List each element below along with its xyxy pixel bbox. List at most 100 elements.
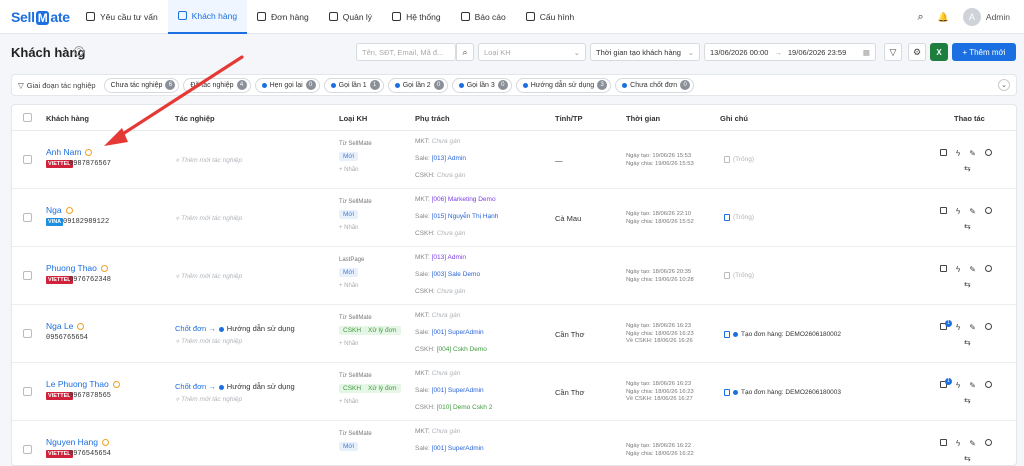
customer-name[interactable]: Phuong Thao (46, 263, 108, 273)
stage-chip-label: Gọi lần 3 (466, 81, 495, 89)
customer-note[interactable]: Tạo đơn hàng: DEMO2606180002 (724, 331, 841, 338)
row-checkbox[interactable] (23, 213, 32, 222)
help-icon[interactable]: ? (74, 46, 84, 56)
add-customer-button[interactable]: + Thêm mới (952, 43, 1016, 61)
add-tag-link[interactable]: + Nhãn (339, 341, 359, 347)
add-work-link[interactable]: ⟡ Thêm mới tác nghiệp (175, 157, 242, 165)
stage-chip[interactable]: Hẹn gọi lại 0 (254, 77, 320, 93)
customer-type-select[interactable]: Loại KH ⌄ (478, 43, 586, 61)
customer-name[interactable]: Nga (46, 205, 73, 215)
lightning-icon[interactable]: ϟ (956, 323, 960, 332)
edit-icon[interactable]: ✎ (969, 323, 976, 332)
nav-item-0[interactable]: Yêu cầu tư vấn (76, 0, 168, 34)
add-work-link[interactable]: ⟡ Thêm mới tác nghiệp (175, 273, 242, 281)
work-stage[interactable]: Chốt đơn → Hướng dẫn sử dụng (175, 324, 295, 333)
bag-icon[interactable] (940, 265, 947, 272)
edit-icon[interactable]: ✎ (969, 149, 976, 158)
bell-icon[interactable]: 🔔 (938, 12, 949, 23)
add-work-link[interactable]: ⟡ Thêm mới tác nghiệp (175, 338, 242, 346)
settings-button[interactable]: ⚙ (908, 43, 926, 61)
row-checkbox[interactable] (23, 387, 32, 396)
stage-chip[interactable]: Gọi lần 11 (323, 77, 384, 93)
table-row[interactable]: Nga Le 0956765654 Chốt đơn → Hướng dẫn sử d… (12, 305, 1016, 363)
row-checkbox[interactable] (23, 271, 32, 280)
lightning-icon[interactable]: ϟ (956, 381, 960, 390)
bag-icon[interactable] (940, 207, 947, 214)
add-tag-link[interactable]: + Nhãn (339, 399, 359, 405)
customer-note[interactable]: (Trống) (724, 272, 754, 279)
swap-icon[interactable]: ⇆ (964, 280, 971, 289)
nav-item-3[interactable]: Quản lý (319, 0, 382, 34)
edit-icon[interactable]: ✎ (969, 381, 976, 390)
add-tag-link[interactable]: + Nhãn (339, 225, 359, 231)
customer-name[interactable]: Nguyen Hang (46, 437, 109, 447)
lightning-icon[interactable]: ϟ (956, 265, 960, 274)
lightning-icon[interactable]: ϟ (956, 149, 960, 158)
table-row[interactable]: Nga VINA 09182989122 ⟡ Thêm mới tác nghiệp T… (12, 189, 1016, 247)
edit-icon[interactable]: ✎ (969, 265, 976, 274)
stage-chip[interactable]: Gọi lần 20 (387, 77, 448, 93)
customer-note[interactable]: (Trống) (724, 156, 754, 163)
swap-icon[interactable]: ⇆ (964, 396, 971, 405)
row-checkbox[interactable] (23, 155, 32, 164)
swap-icon[interactable]: ⇆ (964, 222, 971, 231)
user-name[interactable]: Admin (986, 12, 1010, 22)
nav-item-2[interactable]: Đơn hàng (247, 0, 319, 34)
nav-item-1[interactable]: Khách hàng (167, 0, 248, 34)
search-button[interactable]: ⌕ (456, 43, 474, 61)
stage-chip[interactable]: Hướng dẫn sử dụng 3 (515, 77, 612, 93)
swap-icon[interactable]: ⇆ (964, 164, 971, 173)
stage-chip[interactable]: Đã tác nghiệp 4 (183, 77, 251, 93)
time-type-select[interactable]: Thời gian tạo khách hàng ⌄ (590, 43, 700, 61)
bag-icon[interactable] (940, 149, 947, 156)
date-range-picker[interactable]: 13/06/2026 00:00 → 19/06/2026 23:59 ▦ (704, 43, 876, 61)
avatar[interactable]: A (962, 8, 981, 26)
select-all-checkbox[interactable] (23, 113, 32, 122)
customer-note[interactable]: Tạo đơn hàng: DEMO2606180003 (724, 389, 841, 396)
add-tag-link[interactable]: + Nhãn (339, 283, 359, 289)
edit-icon[interactable]: ✎ (969, 207, 976, 216)
nav-item-6[interactable]: Cấu hình (516, 0, 585, 34)
chat-icon[interactable] (984, 439, 992, 446)
table-row[interactable]: Anh Nam VIETTEL 0987876567 ⟡ Thêm mới tác n… (12, 131, 1016, 189)
filter-button[interactable]: ▽ (884, 43, 902, 61)
stage-chip[interactable]: Chưa tác nghiệp 6 (103, 77, 180, 93)
customer-name[interactable]: Nga Le (46, 321, 85, 331)
swap-icon[interactable]: ⇆ (964, 454, 971, 463)
row-checkbox[interactable] (23, 329, 32, 338)
add-tag-link[interactable]: + Nhãn (339, 167, 359, 173)
nav-item-5[interactable]: Báo cáo (451, 0, 516, 34)
customer-time: Ngày tạo: 18/06/26 16:23 Ngày chia: 18/06… (626, 381, 694, 402)
add-work-link[interactable]: ⟡ Thêm mới tác nghiệp (175, 396, 242, 404)
chat-icon[interactable] (984, 381, 992, 388)
lightning-icon[interactable]: ϟ (956, 207, 960, 216)
add-work-link[interactable]: ⟡ Thêm mới tác nghiệp (175, 215, 242, 223)
work-stage[interactable]: Chốt đơn → Hướng dẫn sử dụng (175, 382, 295, 391)
stage-chip[interactable]: Chưa chốt đơn 0 (615, 77, 695, 93)
chevron-down-icon[interactable]: ⌄ (998, 79, 1010, 91)
search-icon[interactable]: ⌕ (918, 11, 924, 24)
excel-export-button[interactable]: X (930, 43, 948, 61)
bag-icon[interactable] (940, 439, 947, 446)
app-logo[interactable]: Sell Mate (0, 9, 76, 25)
chat-icon[interactable] (984, 323, 992, 330)
search-input[interactable]: Tên, SĐT, Email, Mã đ... (356, 43, 456, 61)
chat-icon[interactable] (984, 149, 992, 156)
nav-item-4[interactable]: Hệ thống (382, 0, 451, 34)
lightning-icon[interactable]: ϟ (956, 439, 960, 448)
chat-icon[interactable] (984, 265, 992, 272)
table-row[interactable]: Le Phuong Thao VIETTEL 0967878565 Chốt đơn … (12, 363, 1016, 421)
chat-icon[interactable] (984, 207, 992, 214)
swap-icon[interactable]: ⇆ (964, 338, 971, 347)
table-row[interactable]: Nguyen Hang VIETTEL 0976545654 Từ SellMate M… (12, 421, 1016, 465)
table-row[interactable]: Phuong Thao VIETTEL 0976762348 ⟡ Thêm mới t… (12, 247, 1016, 305)
row-checkbox[interactable] (23, 445, 32, 454)
customer-name[interactable]: Le Phuong Thao (46, 379, 120, 389)
bag-icon[interactable]: 1 (940, 320, 952, 330)
owner-mkt: MKT: Chưa gán (415, 428, 461, 435)
customer-note[interactable]: (Trống) (724, 214, 754, 221)
customer-name[interactable]: Anh Nam (46, 147, 93, 157)
edit-icon[interactable]: ✎ (969, 439, 976, 448)
bag-icon[interactable]: 1 (940, 378, 952, 388)
stage-chip[interactable]: Gọi lần 30 (451, 77, 512, 93)
